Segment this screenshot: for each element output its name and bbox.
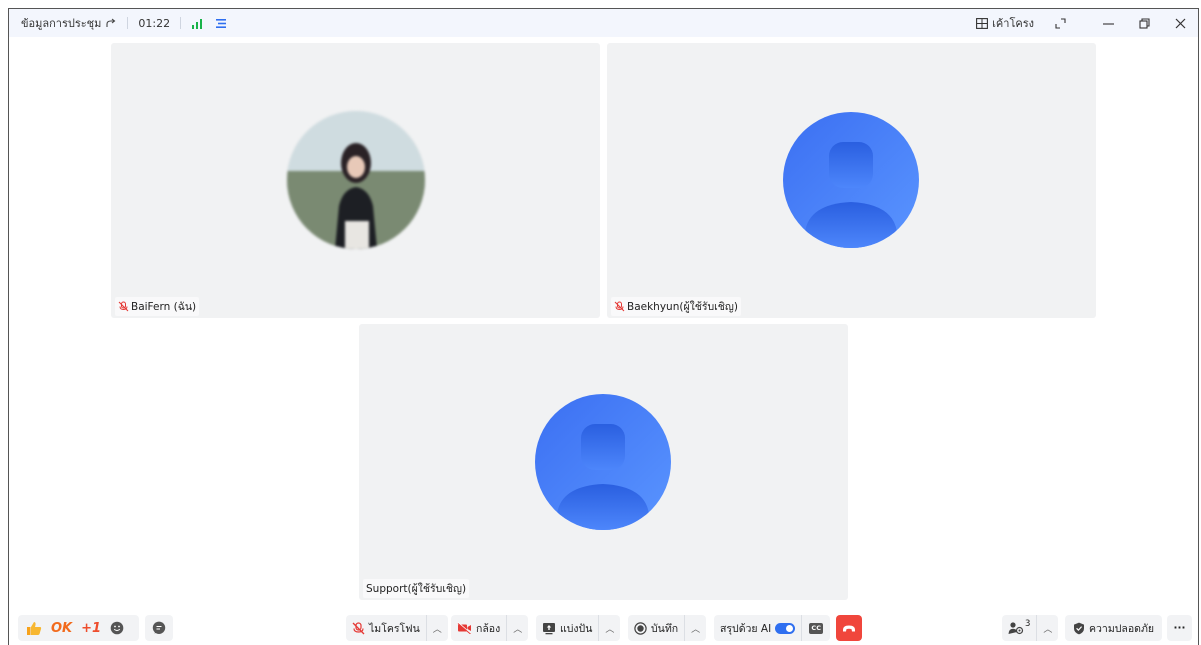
share-screen-button[interactable]: แบ่งปัน — [536, 615, 598, 641]
participant-name-tag: Baekhyun(ผู้ใช้รับเชิญ) — [611, 297, 741, 316]
camera-off-icon — [457, 622, 471, 634]
record-label: บันทึก — [651, 622, 679, 635]
person-silhouette-icon — [805, 142, 897, 248]
participant-photo-avatar — [287, 111, 425, 249]
meeting-toolbar: OK +1 ไมโครโฟน ︿ กล้อง ︿ แบ่งปัน ︿ บันทึ… — [9, 606, 1198, 645]
shield-icon — [1074, 622, 1084, 634]
record-button[interactable]: บันทึก — [628, 615, 684, 641]
participant-name-tag: BaiFern (ฉัน) — [115, 297, 200, 316]
toggle-switch-on-icon — [775, 622, 796, 634]
camera-label: กล้อง — [476, 622, 501, 635]
emoji-icon[interactable] — [110, 621, 124, 635]
camera-control: กล้อง ︿ — [451, 615, 529, 641]
mic-muted-icon — [614, 301, 625, 312]
participants-options-button[interactable]: ︿ — [1036, 615, 1058, 641]
video-tile-support[interactable]: Support(ผู้ใช้รับเชิญ) — [359, 324, 848, 600]
meeting-list-icon[interactable] — [215, 18, 227, 29]
more-dots-icon: ··· — [1173, 622, 1186, 634]
microphone-label: ไมโครโฟน — [369, 622, 420, 635]
default-avatar — [535, 394, 671, 530]
ai-summary-toggle[interactable]: สรุปด้วย AI — [714, 615, 801, 641]
microphone-control: ไมโครโฟน ︿ — [346, 615, 448, 641]
end-call-button[interactable] — [836, 615, 862, 641]
close-icon — [1175, 18, 1185, 28]
title-bar: ข้อมูลการประชุม 01:22 เค้าโครง — [9, 9, 1198, 37]
share-options-button[interactable]: ︿ — [598, 615, 620, 641]
close-button[interactable] — [1162, 9, 1198, 37]
chat-bubble-icon — [152, 621, 166, 634]
microphone-button[interactable]: ไมโครโฟน — [346, 615, 426, 641]
chat-button[interactable] — [145, 615, 173, 641]
chevron-up-icon: ︿ — [432, 624, 442, 635]
share-control: แบ่งปัน ︿ — [536, 615, 621, 641]
mic-muted-icon — [118, 301, 129, 312]
ai-summary-label: สรุปด้วย AI — [720, 622, 772, 635]
person-photo-icon — [287, 111, 425, 249]
captions-button[interactable]: CC — [801, 615, 830, 641]
grid-layout-icon — [976, 17, 989, 29]
expand-icon — [1054, 17, 1066, 29]
fullscreen-button[interactable] — [1048, 9, 1072, 37]
record-options-button[interactable]: ︿ — [684, 615, 706, 641]
camera-button[interactable]: กล้อง — [451, 615, 506, 641]
security-label: ความปลอดภัย — [1089, 622, 1155, 635]
meeting-timer: 01:22 — [138, 16, 171, 30]
restore-icon — [1138, 17, 1150, 29]
divider — [180, 17, 182, 29]
share-link-icon — [106, 18, 116, 27]
divider — [127, 17, 129, 29]
video-tile-baekhyun[interactable]: Baekhyun(ผู้ใช้รับเชิญ) — [607, 43, 1096, 318]
hang-up-phone-icon — [843, 625, 855, 631]
chevron-up-icon: ︿ — [513, 624, 523, 635]
ok-reaction[interactable]: OK — [51, 621, 72, 636]
layout-label: เค้าโครง — [992, 17, 1034, 30]
participants-button[interactable]: 3 — [1002, 615, 1036, 641]
person-silhouette-icon — [557, 424, 649, 530]
chevron-up-icon: ︿ — [1043, 624, 1053, 635]
closed-captions-icon: CC — [809, 622, 824, 634]
chevron-up-icon: ︿ — [605, 624, 615, 635]
record-icon — [634, 621, 647, 635]
share-label: แบ่งปัน — [560, 622, 593, 635]
security-button[interactable]: ความปลอดภัย — [1065, 615, 1163, 641]
camera-options-button[interactable]: ︿ — [506, 615, 528, 641]
minimize-icon — [1102, 22, 1114, 25]
participants-count: 3 — [1025, 618, 1031, 629]
signal-strength-icon[interactable] — [191, 18, 203, 29]
reactions-bar: OK +1 — [18, 615, 139, 641]
minimize-button[interactable] — [1090, 9, 1126, 37]
video-tile-baifern[interactable]: BaiFern (ฉัน) — [111, 43, 600, 318]
plus-one-reaction[interactable]: +1 — [81, 621, 101, 636]
thumbs-up-icon[interactable] — [26, 621, 42, 636]
participants-control: 3 ︿ — [1002, 615, 1059, 641]
record-control: บันทึก ︿ — [628, 615, 707, 641]
participant-name-tag: Support(ผู้ใช้รับเชิญ) — [363, 579, 470, 598]
microphone-options-button[interactable]: ︿ — [425, 615, 448, 641]
screen-share-icon — [543, 622, 555, 634]
participant-name: Baekhyun(ผู้ใช้รับเชิญ) — [627, 301, 738, 313]
default-avatar — [783, 112, 919, 248]
layout-button[interactable]: เค้าโครง — [976, 14, 1034, 32]
restore-button[interactable] — [1126, 9, 1162, 37]
ai-summary-control: สรุปด้วย AI CC — [714, 615, 831, 641]
chevron-up-icon: ︿ — [691, 624, 701, 635]
meeting-info-label: ข้อมูลการประชุม — [21, 17, 102, 30]
mic-muted-icon — [352, 621, 365, 634]
participants-icon — [1008, 622, 1024, 635]
more-options-button[interactable]: ··· — [1167, 615, 1192, 641]
meeting-info-button[interactable]: ข้อมูลการประชุม — [21, 14, 117, 32]
participant-name: Support(ผู้ใช้รับเชิญ) — [366, 583, 467, 595]
participant-name: BaiFern (ฉัน) — [131, 301, 197, 313]
